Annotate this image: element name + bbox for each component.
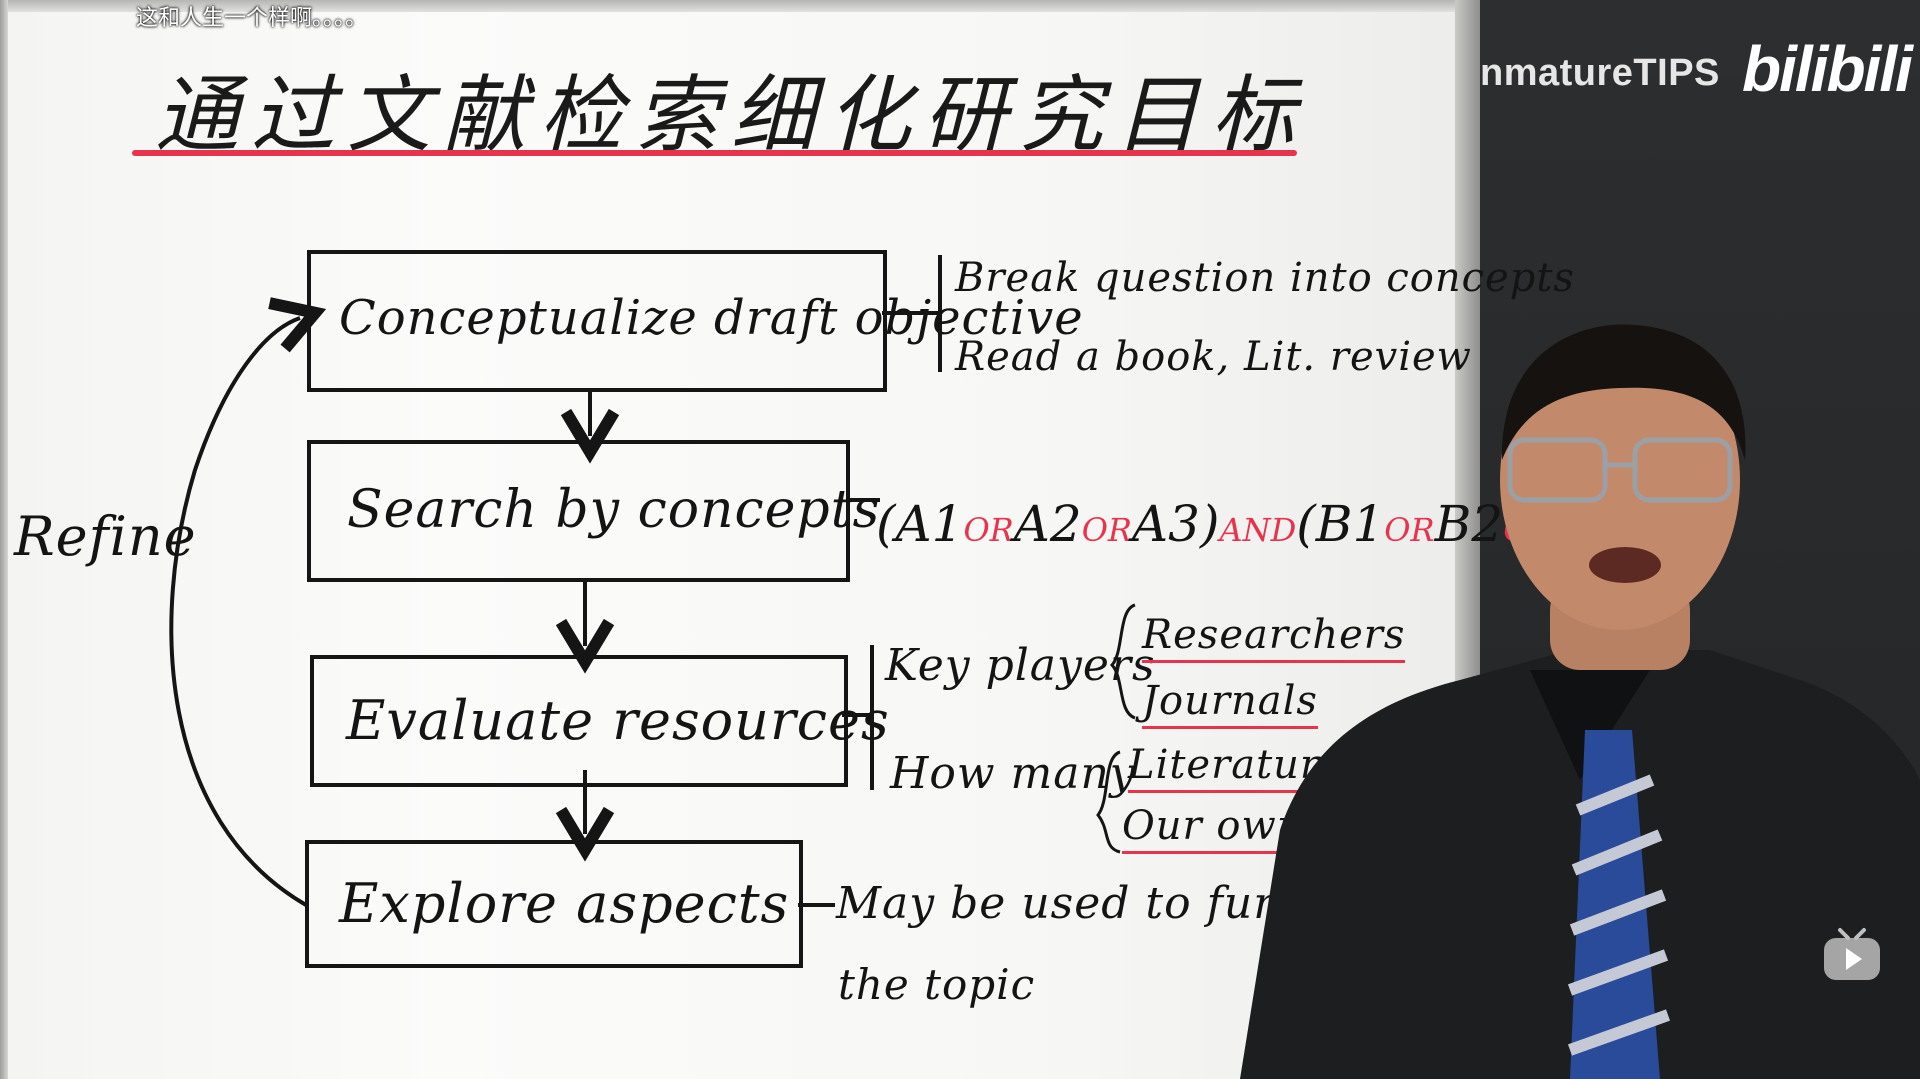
step-box-conceptualize: Conceptualize draft objective	[307, 250, 1083, 392]
operator-or-2: OR	[1081, 511, 1133, 549]
step-label-explore: Explore aspects	[339, 872, 790, 935]
presenter-mouth	[1589, 547, 1661, 583]
step-box-search: Search by concepts	[307, 440, 879, 582]
presenter	[1240, 324, 1920, 1079]
step-box-explore: Explore aspects	[305, 840, 803, 968]
step-label-evaluate: Evaluate resources	[346, 689, 890, 752]
note-how-many: How many	[890, 748, 1136, 799]
step-box-evaluate: Evaluate resources	[310, 655, 889, 787]
operator-or-1: OR	[963, 511, 1014, 549]
note-break-question: Break question into concepts	[955, 255, 1575, 301]
note-key-players: Key players	[885, 640, 1156, 691]
note-the-topic: the topic	[838, 960, 1036, 1009]
paren-open-1: (	[876, 495, 896, 553]
step-label-search: Search by concepts	[347, 480, 881, 540]
bilibili-logo: bilibili	[1742, 33, 1913, 105]
refine-loop-arrow	[169, 297, 327, 907]
refine-label: Refine	[14, 505, 197, 568]
paren-close-1: )	[1199, 495, 1220, 553]
play-tv-icon[interactable]	[1822, 926, 1882, 982]
term-a2: A2	[1013, 495, 1082, 553]
channel-watermark: nmatureTIPS	[1480, 52, 1720, 94]
term-a1: A1	[895, 495, 964, 553]
term-a3: A3	[1132, 495, 1200, 553]
video-frame[interactable]: 这和人生一个样啊。。。。 通过文献检索细化研究目标 Conceptualize …	[0, 0, 1920, 1079]
